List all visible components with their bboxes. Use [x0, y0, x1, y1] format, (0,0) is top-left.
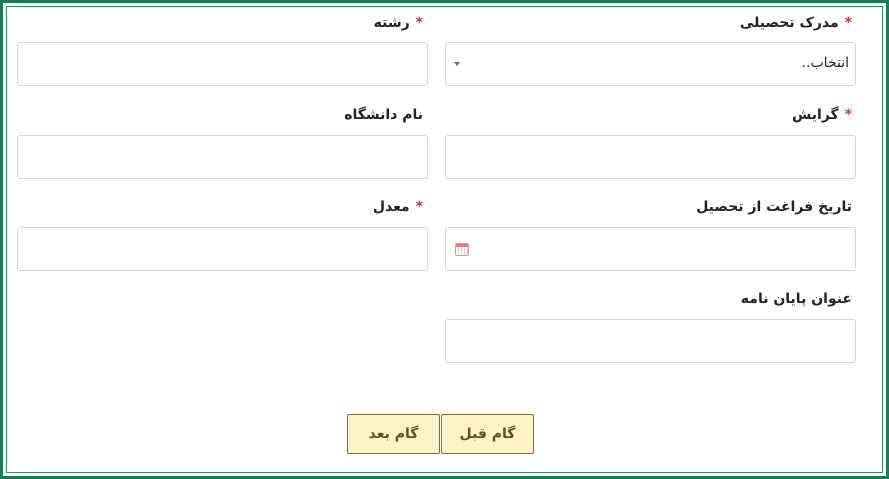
university-input[interactable] [17, 135, 428, 179]
chevron-down-icon [454, 62, 460, 66]
thesis-title-label: عنوان پایان نامه [740, 291, 852, 307]
degree-select-value: انتخاب.. [801, 55, 849, 71]
next-step-button[interactable]: گام بعد [347, 414, 440, 454]
major-label: *رشته [373, 15, 423, 31]
graduation-date-input[interactable] [445, 227, 856, 271]
thesis-title-input[interactable] [445, 319, 856, 363]
gpa-input[interactable] [17, 227, 428, 271]
major-input[interactable] [17, 42, 428, 86]
orientation-input[interactable] [445, 135, 856, 179]
required-mark: * [415, 15, 423, 31]
degree-label: *مدرک تحصیلی [739, 15, 852, 31]
required-mark: * [415, 199, 423, 215]
gpa-label: *معدل [372, 199, 423, 215]
required-mark: * [844, 107, 852, 123]
required-mark: * [844, 15, 852, 31]
graduation-date-label: تاریخ فراغت از تحصیل [696, 199, 852, 215]
degree-select[interactable]: انتخاب.. [445, 42, 856, 86]
previous-step-button[interactable]: گام قبل [441, 414, 534, 454]
university-label: نام دانشگاه [344, 107, 423, 123]
orientation-label: *گرایش [791, 107, 852, 123]
calendar-icon[interactable] [455, 243, 469, 256]
